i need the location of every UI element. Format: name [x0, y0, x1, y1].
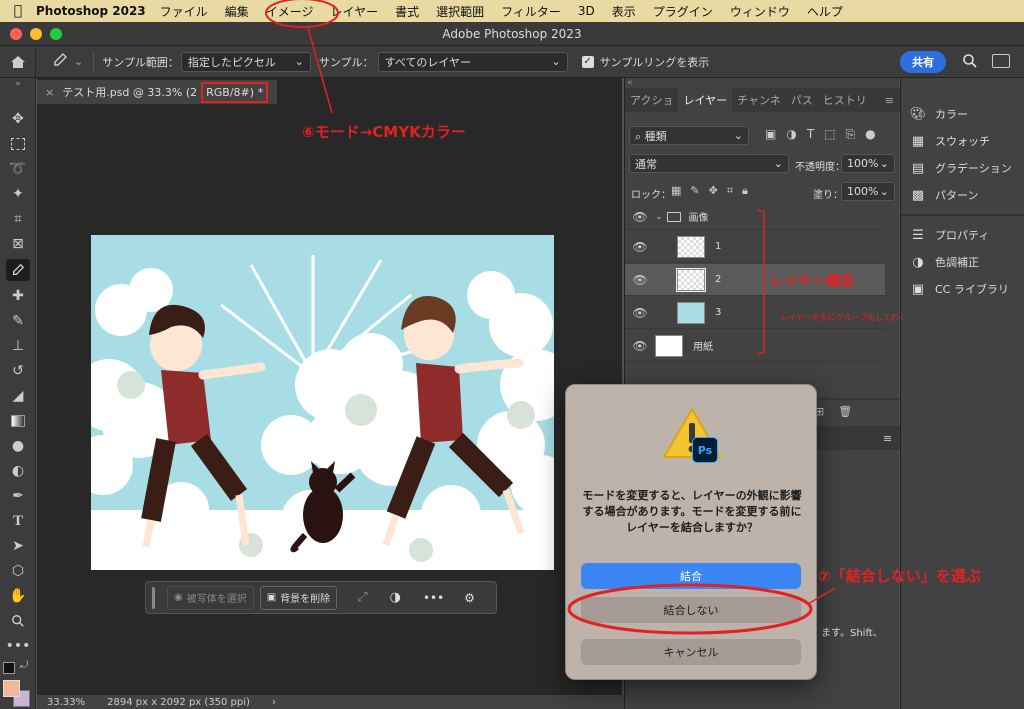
- annotation-overlay: [265, 0, 836, 635]
- annotation-step6: ⑥モード→CMYKカラー: [302, 123, 466, 141]
- annotation-step7: ⑦「結合しない」を選ぶ: [818, 567, 981, 585]
- photoshop-window:  Photoshop 2023 ファイル 編集 イメージ レイヤー 書式 選択…: [0, 0, 1024, 709]
- annotation-layers-note: レイヤー構造: [770, 274, 854, 290]
- annotation-layers-sub: レイヤーを先にグループ化しておく: [780, 313, 907, 322]
